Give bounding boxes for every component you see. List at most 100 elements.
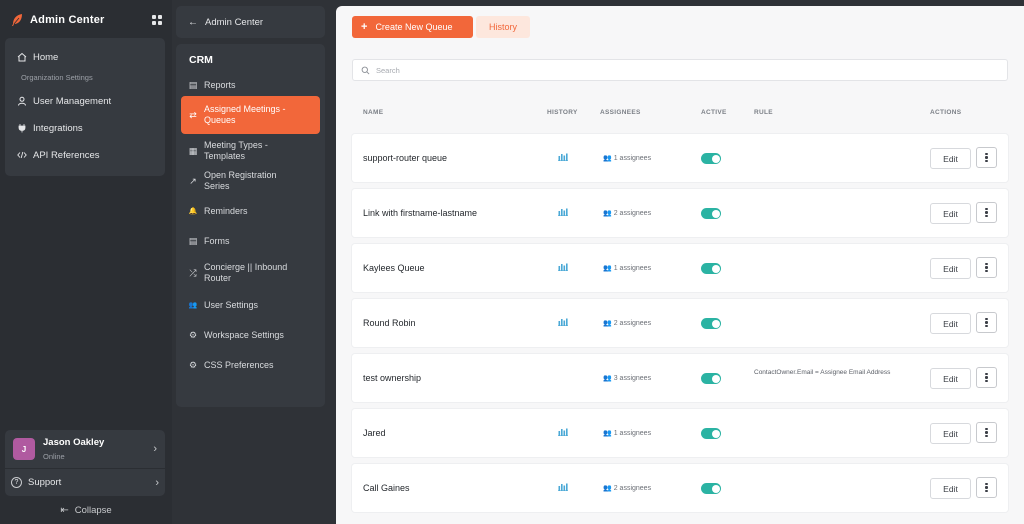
edit-button[interactable]: Edit	[930, 423, 971, 444]
crm-nav-item-label: Reminders	[204, 205, 248, 216]
crm-nav-item[interactable]: ▤ Forms	[176, 228, 325, 254]
report-icon: ▤	[188, 79, 198, 90]
user-panel: J Jason Oakley Online › ? Support ›	[5, 430, 165, 496]
crm-nav-item-label: User Settings	[204, 299, 259, 310]
queue-name: Call Gaines	[363, 483, 410, 493]
bar-chart-icon[interactable]	[558, 483, 568, 491]
back-to-admin-center[interactable]: ← Admin Center	[176, 6, 325, 38]
active-toggle[interactable]	[701, 208, 721, 219]
plug-icon	[18, 124, 26, 133]
queue-name: Kaylees Queue	[363, 263, 425, 273]
edit-button[interactable]: Edit	[930, 368, 971, 389]
edit-button[interactable]: Edit	[930, 258, 971, 279]
active-toggle[interactable]	[701, 263, 721, 274]
nav-home[interactable]: Home	[5, 46, 165, 68]
edit-button[interactable]: Edit	[930, 313, 971, 334]
table-header: NAME HISTORY ASSIGNEES ACTIVE RULE ACTIO…	[352, 106, 1008, 120]
more-options-icon[interactable]	[976, 477, 997, 498]
crm-nav-item-label: Open Registration Series	[204, 170, 277, 191]
history-label: History	[488, 22, 517, 32]
edit-button[interactable]: Edit	[930, 203, 971, 224]
bar-chart-icon[interactable]	[558, 318, 568, 326]
col-active: ACTIVE	[701, 109, 727, 116]
main-nav: Home Organization Settings User Manageme…	[5, 38, 165, 176]
col-assignees: ASSIGNEES	[600, 109, 641, 116]
crm-nav-item-label: CSS Preferences	[204, 359, 274, 370]
active-toggle[interactable]	[701, 483, 721, 494]
edit-button[interactable]: Edit	[930, 478, 971, 499]
create-new-queue-button[interactable]: + Create New Queue	[352, 16, 473, 38]
bell-icon: 🔔	[188, 208, 198, 215]
crm-nav-item-label: Forms	[204, 235, 230, 246]
user-profile[interactable]: J Jason Oakley Online ›	[5, 430, 165, 468]
more-options-icon[interactable]	[976, 147, 997, 168]
crm-nav-item-label: Workspace Settings	[204, 329, 284, 340]
crm-nav-item[interactable]: ▤ Reports	[176, 74, 325, 96]
crm-nav-item[interactable]: 👥 User Settings	[176, 292, 325, 318]
active-toggle[interactable]	[701, 153, 721, 164]
assignees-count: 👥 3 assignees	[603, 354, 651, 402]
queue-name: Jared	[363, 428, 386, 438]
bar-chart-icon[interactable]	[558, 263, 568, 271]
code-icon	[17, 151, 27, 159]
active-toggle[interactable]	[701, 318, 721, 329]
assignees-count: 👥 1 assignees	[603, 244, 651, 292]
avatar: J	[13, 438, 35, 460]
crm-section-title: CRM	[189, 54, 213, 66]
collapse-button[interactable]: ⇤ Collapse	[0, 502, 172, 518]
queue-name: test ownership	[363, 373, 422, 383]
active-toggle[interactable]	[701, 373, 721, 384]
more-options-icon[interactable]	[976, 367, 997, 388]
support-link[interactable]: ? Support ›	[5, 468, 165, 496]
crm-nav-item[interactable]: 🔔 Reminders	[176, 194, 325, 228]
bar-chart-icon[interactable]	[558, 428, 568, 436]
nav-api-references[interactable]: API References	[5, 144, 165, 166]
bar-chart-icon[interactable]	[558, 153, 568, 161]
crm-nav-item-label: Concierge || Inbound Router	[204, 262, 288, 283]
nav-integrations[interactable]: Integrations	[5, 117, 165, 139]
users-icon: 👥	[603, 265, 612, 272]
crm-nav-item[interactable]: ⚙ CSS Preferences	[176, 352, 325, 378]
col-rule: RULE	[754, 109, 773, 116]
feather-icon	[12, 14, 22, 26]
nav-api-references-label: API References	[33, 149, 100, 161]
more-options-icon[interactable]	[976, 312, 997, 333]
history-button[interactable]: History	[476, 16, 530, 38]
user-icon	[18, 96, 26, 106]
grid-icon[interactable]	[152, 15, 162, 25]
users-icon: 👥	[603, 375, 612, 382]
assignees-count: 👥 1 assignees	[603, 409, 651, 457]
crm-nav-item[interactable]: ▦ Meeting Types - Templates	[176, 134, 325, 168]
crm-nav-item[interactable]: ⚙ Workspace Settings	[176, 318, 325, 352]
create-label: Create New Queue	[375, 22, 453, 32]
users-icon: 👥	[603, 485, 612, 492]
nav-user-management[interactable]: User Management	[5, 90, 165, 112]
assignees-count: 👥 2 assignees	[603, 464, 651, 512]
assignees-label: 2 assignees	[613, 484, 652, 492]
search-input[interactable]	[376, 65, 976, 75]
crm-nav-item[interactable]: ↗ Open Registration Series	[176, 168, 325, 194]
crm-nav-list: ▤ Reports ⇄ Assigned Meetings - Queues ▦ Meet…	[176, 74, 325, 378]
queue-name: Round Robin	[363, 318, 416, 328]
gear-icon: ⚙	[188, 359, 198, 370]
crm-nav-item[interactable]: ⇄ Assigned Meetings - Queues	[181, 96, 320, 134]
bar-chart-icon[interactable]	[558, 208, 568, 216]
table-row: support-router queue 👥 1 assignees Edit	[352, 134, 1008, 182]
more-options-icon[interactable]	[976, 257, 997, 278]
crm-nav-item[interactable]: ⤮ Concierge || Inbound Router	[176, 254, 325, 292]
collapse-label: Collapse	[74, 504, 112, 516]
assignees-label: 1 assignees	[613, 429, 652, 437]
crm-nav-item-label: Reports	[204, 79, 236, 90]
users-icon: 👥	[603, 320, 612, 327]
more-options-icon[interactable]	[976, 202, 997, 223]
edit-button[interactable]: Edit	[930, 148, 971, 169]
user-status: Online	[43, 452, 65, 461]
users-icon: 👥	[188, 302, 198, 309]
more-options-icon[interactable]	[976, 422, 997, 443]
crm-nav-item-label: Meeting Types - Templates	[204, 140, 268, 161]
calendar-icon: ▦	[188, 145, 198, 156]
nav-home-label: Home	[33, 51, 59, 63]
chevron-right-icon: ›	[155, 476, 159, 489]
active-toggle[interactable]	[701, 428, 721, 439]
col-name: NAME	[363, 109, 384, 116]
